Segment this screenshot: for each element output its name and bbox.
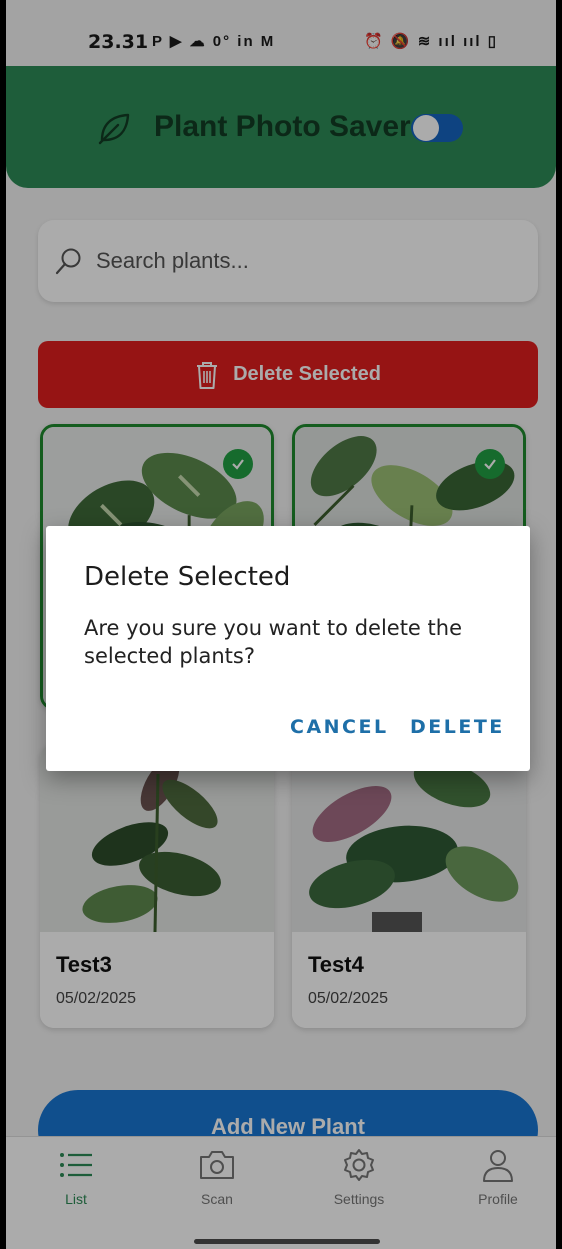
cancel-button[interactable]: CANCEL bbox=[290, 716, 389, 738]
app-screen: 23.31 P ▶ ☁ 0° in M ⏰ 🔕 ≋ ııl ııl ▯ Plan… bbox=[6, 0, 556, 1249]
delete-button[interactable]: DELETE bbox=[410, 716, 505, 738]
dialog-title: Delete Selected bbox=[84, 562, 291, 592]
home-indicator bbox=[194, 1239, 380, 1244]
dialog-message: Are you sure you want to delete the sele… bbox=[84, 616, 462, 668]
delete-confirm-dialog: Delete Selected Are you sure you want to… bbox=[46, 526, 530, 771]
